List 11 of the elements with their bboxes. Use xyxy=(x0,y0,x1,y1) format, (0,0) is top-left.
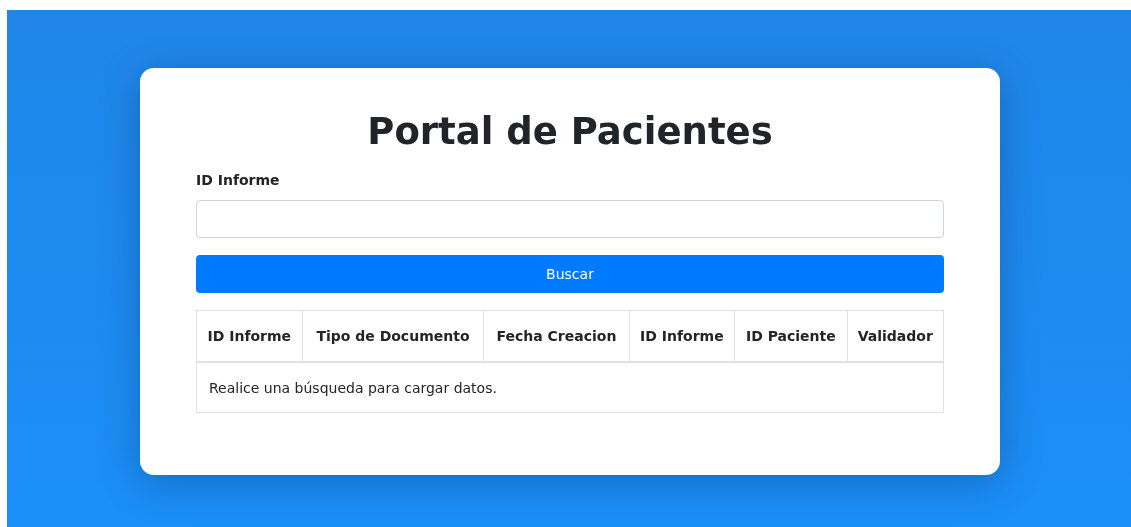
column-header: ID Informe xyxy=(629,310,735,362)
field-label: ID Informe xyxy=(196,172,281,188)
column-header: ID Informe xyxy=(196,310,303,362)
column-header: Validador xyxy=(847,310,944,362)
column-header: ID Paciente xyxy=(734,310,848,362)
page-title: Portal de Pacientes xyxy=(366,109,774,155)
search-button[interactable]: Buscar xyxy=(196,255,944,293)
column-header: Tipo de Documento xyxy=(302,310,484,362)
column-header: Fecha Creacion xyxy=(483,310,630,362)
input-field[interactable] xyxy=(196,200,944,238)
empty-message: Realice una búsqueda para cargar datos. xyxy=(196,362,944,413)
